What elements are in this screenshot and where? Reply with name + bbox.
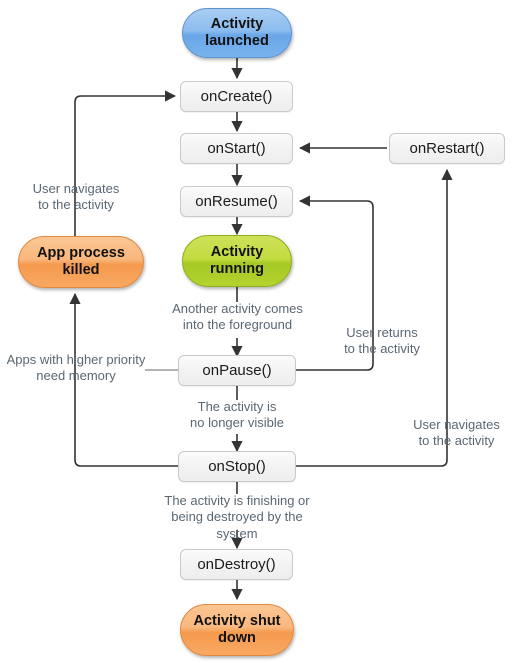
node-on-start-label: onStart() — [207, 139, 266, 157]
edge-label-no-longer-visible: The activity is no longer visible — [190, 399, 284, 431]
node-on-restart-label: onRestart() — [409, 139, 485, 157]
node-on-stop-label: onStop() — [208, 457, 266, 475]
activity-lifecycle-diagram: Activity launched onCreate() onStart() o… — [0, 0, 513, 663]
node-activity-launched-label: Activity launched — [205, 15, 269, 49]
node-on-create: onCreate() — [180, 81, 293, 112]
node-on-pause-label: onPause() — [202, 361, 272, 379]
edge-label-user-navigates-right: User navigates to the activity — [413, 417, 500, 449]
node-on-restart: onRestart() — [389, 133, 505, 164]
node-on-pause: onPause() — [178, 355, 296, 386]
node-app-process-killed: App process killed — [18, 236, 144, 288]
node-activity-shut-down: Activity shut down — [180, 604, 294, 656]
edge-label-user-returns: User returns to the activity — [344, 325, 420, 357]
edge-label-another-activity: Another activity comes into the foregrou… — [172, 301, 303, 333]
node-on-create-label: onCreate() — [200, 87, 273, 105]
node-activity-shut-down-label: Activity shut down — [193, 612, 281, 646]
edge-label-apps-higher-priority: Apps with higher priority need memory — [6, 352, 146, 384]
node-on-destroy: onDestroy() — [180, 549, 293, 580]
node-activity-running: Activity running — [182, 235, 292, 287]
node-on-start: onStart() — [180, 133, 293, 164]
node-app-process-killed-label: App process killed — [37, 244, 125, 278]
node-on-resume-label: onResume() — [195, 192, 278, 210]
node-on-stop: onStop() — [178, 451, 296, 482]
node-activity-running-label: Activity running — [210, 243, 264, 277]
node-on-destroy-label: onDestroy() — [197, 555, 276, 573]
edge-killed-to-oncreate — [74, 90, 177, 236]
edge-label-user-navigates-left: User navigates to the activity — [32, 181, 120, 213]
node-activity-launched: Activity launched — [182, 8, 292, 58]
edge-label-finishing-or-destroyed: The activity is finishing or being destr… — [164, 493, 310, 541]
node-on-resume: onResume() — [180, 186, 293, 217]
